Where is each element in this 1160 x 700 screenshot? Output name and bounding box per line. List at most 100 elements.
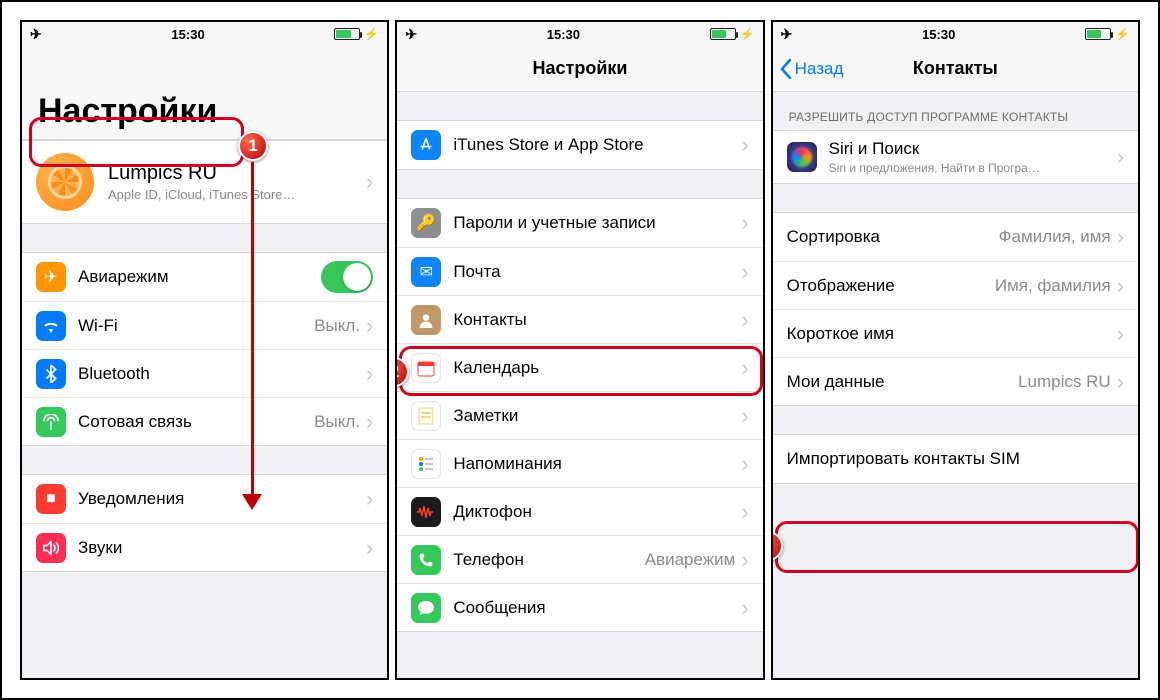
row-siri-search[interactable]: Siri и Поиск Siri и предложения, Найти в… bbox=[773, 131, 1138, 183]
row-import-sim[interactable]: Импортировать контакты SIM bbox=[773, 435, 1138, 483]
page-title: Настройки bbox=[22, 46, 387, 140]
cellular-icon bbox=[36, 407, 66, 437]
chevron-right-icon: › bbox=[741, 597, 748, 619]
chevron-right-icon: › bbox=[366, 488, 373, 510]
chevron-right-icon: › bbox=[366, 363, 373, 385]
profile-subtitle: Apple ID, iCloud, iTunes Store… bbox=[108, 187, 366, 202]
battery-icon bbox=[1085, 28, 1111, 40]
chevron-right-icon: › bbox=[366, 411, 373, 433]
nav-title: Контакты bbox=[913, 58, 998, 79]
row-wifi[interactable]: Wi-Fi Выкл. › bbox=[22, 301, 387, 349]
screen-contacts-settings: ✈ 15:30 ⚡ Назад Контакты РАЗРЕШИТЬ ДОСТУ… bbox=[771, 20, 1140, 680]
row-airplane-mode[interactable]: ✈ Авиарежим bbox=[22, 253, 387, 301]
row-label: Почта bbox=[453, 262, 741, 282]
status-time: 15:30 bbox=[922, 27, 955, 42]
row-cellular[interactable]: Сотовая связь Выкл. › bbox=[22, 397, 387, 445]
chevron-right-icon: › bbox=[366, 537, 373, 559]
chevron-right-icon: › bbox=[1117, 371, 1124, 393]
chevron-right-icon: › bbox=[741, 405, 748, 427]
key-icon: 🔑 bbox=[411, 208, 441, 238]
row-passwords[interactable]: 🔑 Пароли и учетные записи › bbox=[397, 199, 762, 247]
row-sort-order[interactable]: Сортировка Фамилия, имя › bbox=[773, 213, 1138, 261]
row-label: Siri и Поиск bbox=[829, 139, 1117, 159]
chevron-right-icon: › bbox=[1117, 323, 1124, 345]
row-value: Фамилия, имя bbox=[999, 227, 1111, 247]
chevron-right-icon: › bbox=[1117, 226, 1124, 248]
row-my-info[interactable]: Мои данные Lumpics RU › bbox=[773, 357, 1138, 405]
wifi-icon bbox=[36, 311, 66, 341]
row-calendar[interactable]: Календарь › bbox=[397, 343, 762, 391]
chevron-right-icon: › bbox=[1117, 275, 1124, 297]
battery-icon bbox=[334, 28, 360, 40]
section-header-allow: РАЗРЕШИТЬ ДОСТУП ПРОГРАММЕ КОНТАКТЫ bbox=[773, 92, 1138, 130]
bluetooth-icon bbox=[36, 359, 66, 389]
row-label: Заметки bbox=[453, 406, 741, 426]
messages-icon bbox=[411, 593, 441, 623]
row-contacts[interactable]: Контакты › bbox=[397, 295, 762, 343]
row-label: Контакты bbox=[453, 310, 741, 330]
row-label: Сотовая связь bbox=[78, 412, 314, 432]
row-label: Короткое имя bbox=[787, 324, 1111, 344]
notifications-icon: ■ bbox=[36, 484, 66, 514]
row-label: Отображение bbox=[787, 276, 995, 296]
chevron-right-icon: › bbox=[741, 134, 748, 156]
row-display-order[interactable]: Отображение Имя, фамилия › bbox=[773, 261, 1138, 309]
row-label: Сортировка bbox=[787, 227, 999, 247]
reminders-icon bbox=[411, 449, 441, 479]
row-reminders[interactable]: Напоминания › bbox=[397, 439, 762, 487]
notes-icon bbox=[411, 401, 441, 431]
chevron-right-icon: › bbox=[741, 501, 748, 523]
back-button[interactable]: Назад bbox=[779, 46, 844, 91]
chevron-right-icon: › bbox=[741, 309, 748, 331]
navbar: Настройки bbox=[397, 46, 762, 92]
row-label: iTunes Store и App Store bbox=[453, 135, 741, 155]
row-label: Напоминания bbox=[453, 454, 741, 474]
charging-icon: ⚡ bbox=[364, 27, 379, 41]
row-value: Выкл. bbox=[314, 412, 360, 432]
row-sounds[interactable]: Звуки › bbox=[22, 523, 387, 571]
row-value: Выкл. bbox=[314, 316, 360, 336]
row-notes[interactable]: Заметки › bbox=[397, 391, 762, 439]
row-label: Календарь bbox=[453, 358, 741, 378]
row-label: Пароли и учетные записи bbox=[453, 213, 741, 233]
sounds-icon bbox=[36, 533, 66, 563]
row-short-name[interactable]: Короткое имя › bbox=[773, 309, 1138, 357]
row-label: Сообщения bbox=[453, 598, 741, 618]
row-label: Импортировать контакты SIM bbox=[787, 449, 1124, 469]
siri-icon bbox=[787, 142, 817, 172]
row-mail[interactable]: ✉ Почта › bbox=[397, 247, 762, 295]
battery-icon bbox=[710, 28, 736, 40]
row-bluetooth[interactable]: Bluetooth › bbox=[22, 349, 387, 397]
chevron-right-icon: › bbox=[741, 453, 748, 475]
row-label: Bluetooth bbox=[78, 364, 360, 384]
row-phone[interactable]: Телефон Авиарежим › bbox=[397, 535, 762, 583]
row-messages[interactable]: Сообщения › bbox=[397, 583, 762, 631]
back-label: Назад bbox=[795, 59, 844, 79]
chevron-right-icon: › bbox=[366, 315, 373, 337]
airplane-toggle[interactable] bbox=[321, 261, 373, 293]
charging-icon: ⚡ bbox=[1115, 27, 1130, 41]
row-notifications[interactable]: ■ Уведомления › bbox=[22, 475, 387, 523]
appstore-icon bbox=[411, 130, 441, 160]
chevron-right-icon: › bbox=[1117, 146, 1124, 168]
airplane-mode-icon: ✈ bbox=[405, 26, 417, 43]
airplane-mode-icon: ✈ bbox=[30, 26, 42, 43]
status-bar: ✈ 15:30 ⚡ bbox=[397, 22, 762, 46]
status-time: 15:30 bbox=[547, 27, 580, 42]
row-label: Авиарежим bbox=[78, 267, 321, 287]
row-value: Lumpics RU bbox=[1018, 372, 1111, 392]
contacts-icon bbox=[411, 305, 441, 335]
mail-icon: ✉ bbox=[411, 257, 441, 287]
chevron-right-icon: › bbox=[366, 171, 373, 193]
apple-id-cell[interactable]: Lumpics RU Apple ID, iCloud, iTunes Stor… bbox=[22, 141, 387, 223]
row-label: Мои данные bbox=[787, 372, 1018, 392]
phone-icon bbox=[411, 545, 441, 575]
chevron-right-icon: › bbox=[741, 212, 748, 234]
row-label: Диктофон bbox=[453, 502, 741, 522]
navbar: Назад Контакты bbox=[773, 46, 1138, 92]
voicememo-icon bbox=[411, 497, 441, 527]
row-voicememos[interactable]: Диктофон › bbox=[397, 487, 762, 535]
charging-icon: ⚡ bbox=[740, 27, 755, 41]
row-itunes-appstore[interactable]: iTunes Store и App Store › bbox=[397, 121, 762, 169]
avatar bbox=[36, 153, 94, 211]
